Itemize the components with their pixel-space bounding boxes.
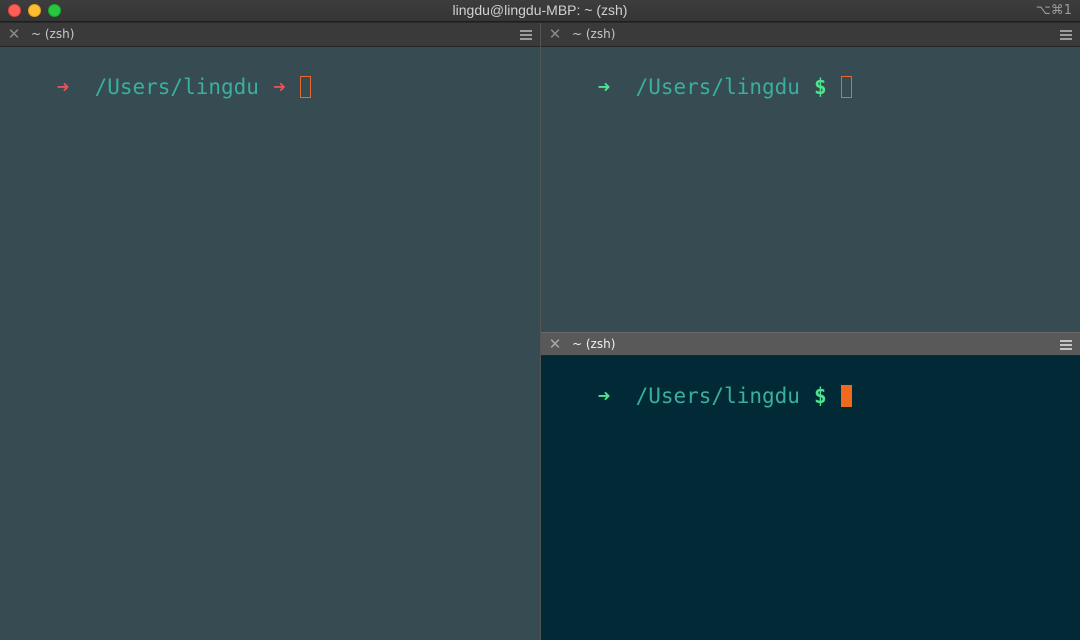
- prompt-symbol: $: [813, 75, 827, 99]
- hamburger-menu-icon[interactable]: [1060, 340, 1072, 350]
- shell-prompt: ➜ /Users/lingdu $: [547, 360, 852, 408]
- pane-tab-title: ~ (zsh): [572, 27, 616, 41]
- terminal-pane-left[interactable]: ✕ ~ (zsh) ➜ /Users/lingdu ➜: [0, 23, 540, 640]
- window-titlebar: lingdu@lingdu-MBP: ~ (zsh) ⌥⌘1: [0, 0, 1080, 22]
- window-shortcut: ⌥⌘1: [1035, 3, 1072, 18]
- prompt-arrow-icon: ➜: [597, 75, 611, 99]
- text-cursor: [299, 76, 311, 98]
- prompt-symbol: $: [813, 384, 827, 408]
- prompt-path: /Users/lingdu: [94, 75, 259, 99]
- prompt-arrow-icon: ➜: [56, 75, 70, 99]
- pane-tab-title: ~ (zsh): [572, 337, 616, 351]
- close-icon[interactable]: ✕: [547, 336, 563, 352]
- text-cursor: [840, 385, 852, 407]
- hamburger-menu-icon[interactable]: [1060, 30, 1072, 40]
- shell-prompt: ➜ /Users/lingdu ➜: [6, 51, 311, 99]
- prompt-symbol: ➜: [272, 75, 286, 99]
- shell-prompt: ➜ /Users/lingdu $: [547, 51, 852, 99]
- pane-tab-bar: ✕ ~ (zsh): [541, 332, 1080, 356]
- hamburger-menu-icon[interactable]: [520, 30, 532, 40]
- terminal-pane-bottom-right[interactable]: ✕ ~ (zsh) ➜ /Users/lingdu $: [541, 332, 1080, 640]
- prompt-path: /Users/lingdu: [635, 75, 800, 99]
- window-title: lingdu@lingdu-MBP: ~ (zsh): [452, 2, 628, 18]
- text-cursor: [840, 76, 852, 98]
- pane-tab-title: ~ (zsh): [31, 27, 75, 41]
- prompt-path: /Users/lingdu: [635, 384, 800, 408]
- close-icon[interactable]: ✕: [6, 26, 22, 42]
- terminal-pane-top-right[interactable]: ✕ ~ (zsh) ➜ /Users/lingdu $: [541, 23, 1080, 332]
- prompt-arrow-icon: ➜: [597, 384, 611, 408]
- close-icon[interactable]: ✕: [547, 26, 563, 42]
- pane-tab-bar: ✕ ~ (zsh): [0, 23, 540, 47]
- pane-tab-bar: ✕ ~ (zsh): [541, 23, 1080, 47]
